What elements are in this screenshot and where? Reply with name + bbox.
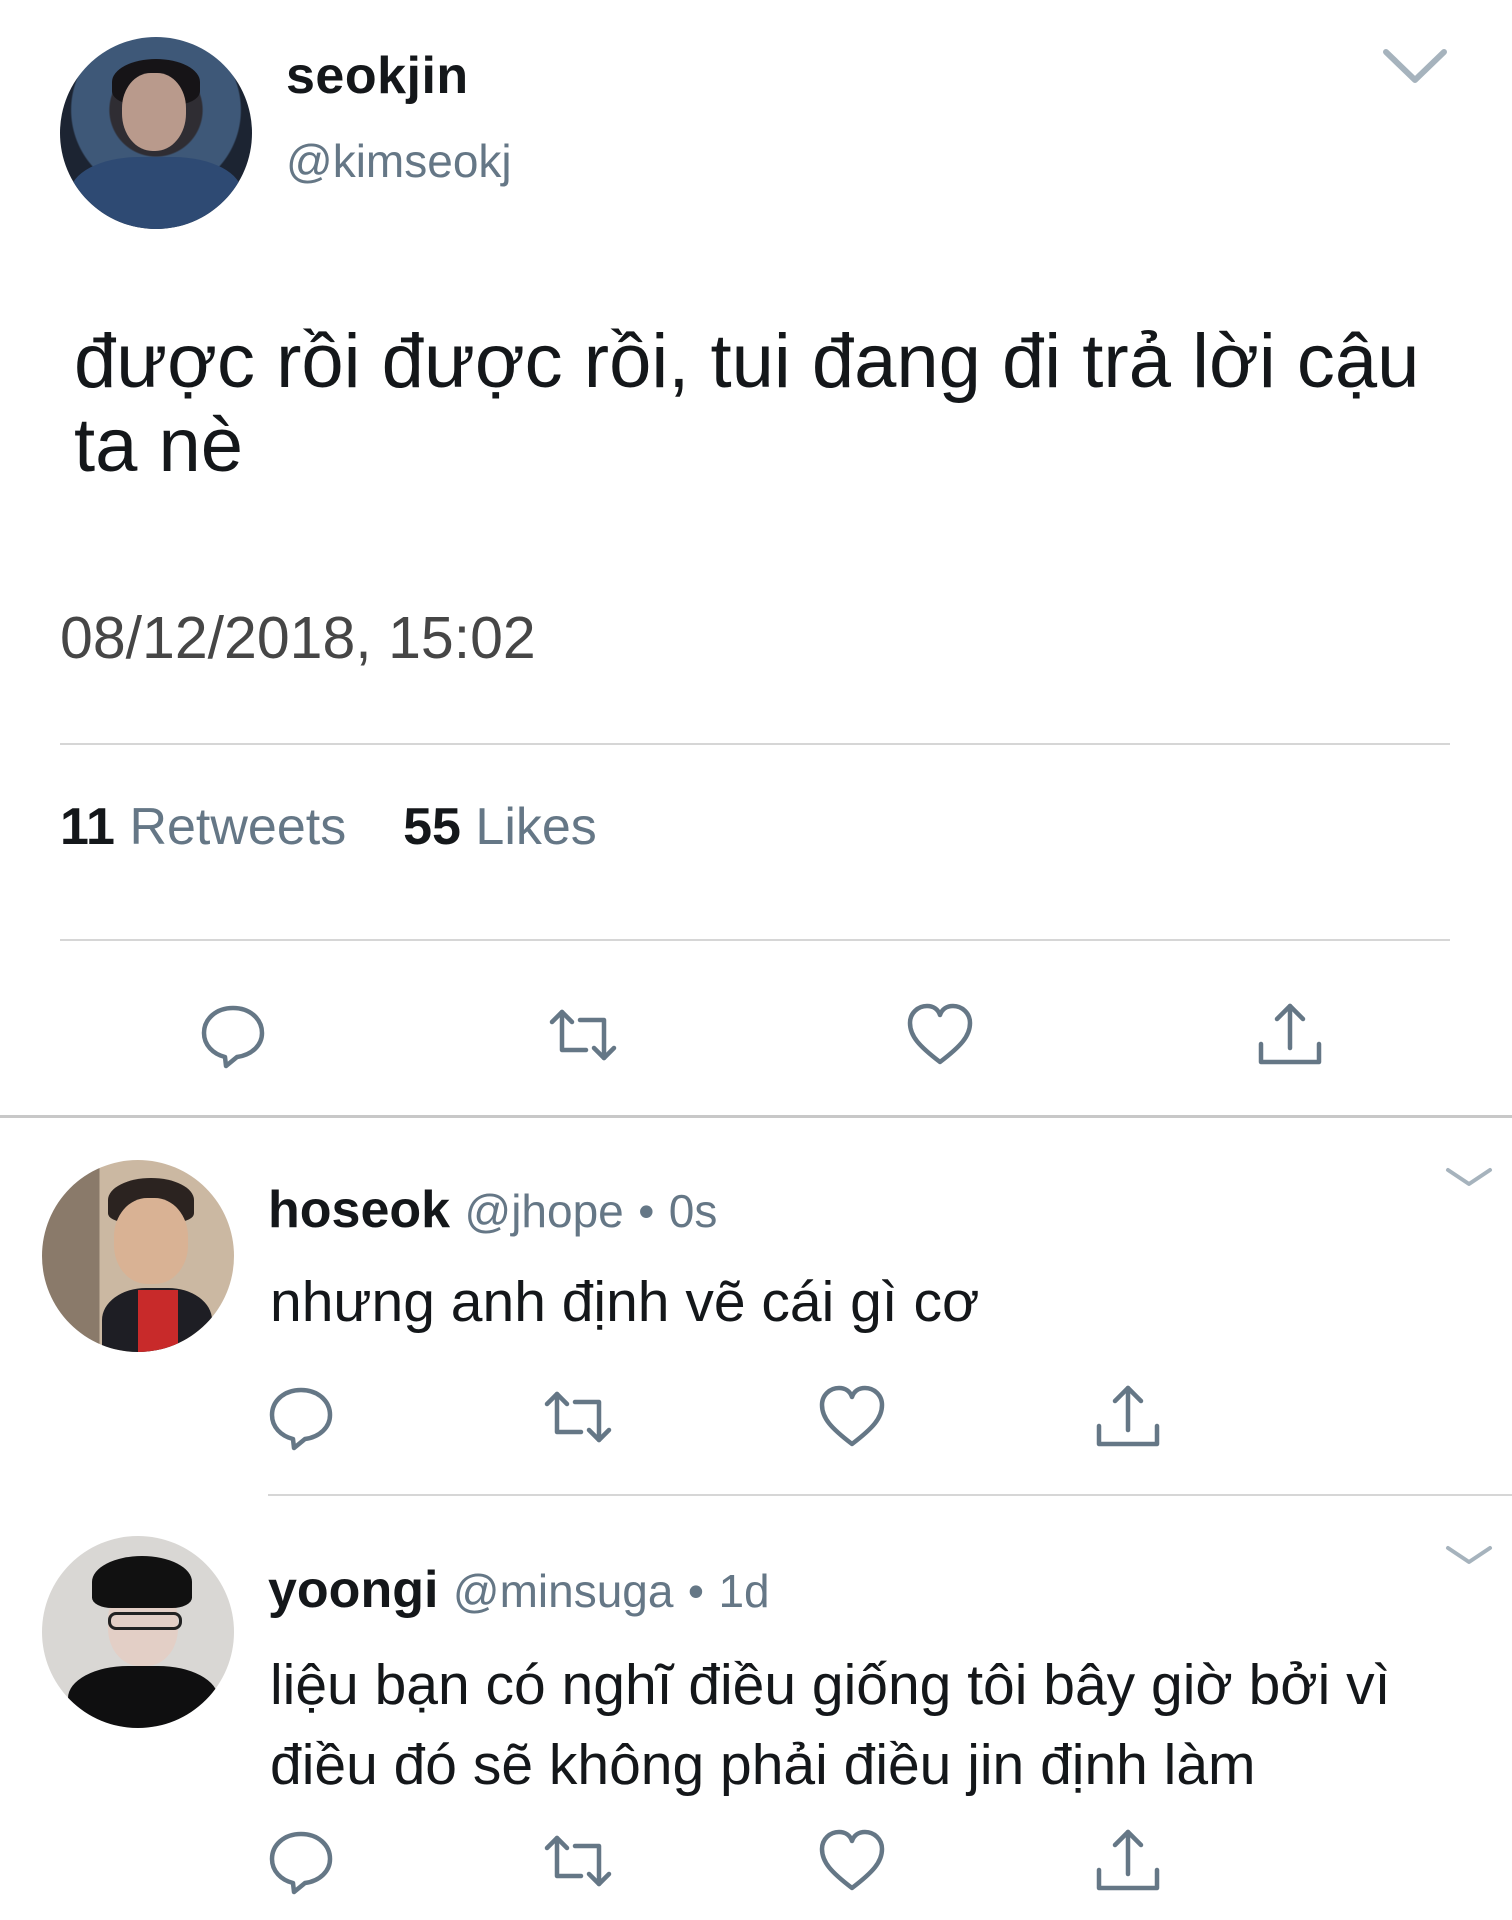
separator-dot: • xyxy=(638,1185,655,1237)
reply-time[interactable]: 1d xyxy=(718,1565,769,1617)
reply-author-handle[interactable]: @minsuga xyxy=(453,1565,674,1617)
like-label[interactable]: Likes xyxy=(475,798,596,856)
retweet-icon[interactable] xyxy=(543,1382,613,1452)
share-icon[interactable] xyxy=(1093,1382,1163,1452)
like-count[interactable]: 55 xyxy=(403,798,461,856)
retweet-count[interactable]: 11 xyxy=(60,798,115,856)
reply-text: nhưng anh định vẽ cái gì cơ xyxy=(270,1270,980,1334)
avatar[interactable] xyxy=(42,1536,234,1728)
heart-icon[interactable] xyxy=(817,1826,887,1896)
separator-dot: • xyxy=(687,1565,705,1617)
avatar[interactable] xyxy=(42,1160,234,1352)
share-icon[interactable] xyxy=(1255,1000,1325,1070)
tweet-author-name[interactable]: seokjin xyxy=(286,46,469,106)
reply-time[interactable]: 0s xyxy=(669,1185,718,1237)
divider xyxy=(0,1115,1512,1118)
tweet-author-handle[interactable]: @kimseokj xyxy=(286,134,512,188)
reply-author-name[interactable]: hoseok xyxy=(268,1181,450,1239)
reply-header: yoongi @minsuga • 1d xyxy=(268,1560,770,1620)
retweet-icon[interactable] xyxy=(548,1000,618,1070)
reply-icon[interactable] xyxy=(266,1826,336,1896)
reply-icon[interactable] xyxy=(198,1000,268,1070)
retweet-label[interactable]: Retweets xyxy=(129,798,346,856)
divider xyxy=(60,939,1450,941)
chevron-down-icon[interactable] xyxy=(1442,1162,1496,1192)
divider xyxy=(60,743,1450,745)
tweet-timestamp[interactable]: 08/12/2018, 15:02 xyxy=(60,604,536,672)
reply-icon[interactable] xyxy=(266,1382,336,1452)
reply-author-handle[interactable]: @jhope xyxy=(465,1185,624,1237)
chevron-down-icon[interactable] xyxy=(1380,40,1450,90)
share-icon[interactable] xyxy=(1093,1826,1163,1896)
chevron-down-icon[interactable] xyxy=(1442,1540,1496,1570)
avatar[interactable] xyxy=(60,37,252,229)
tweet-stats: 11 Retweets 55 Likes xyxy=(60,797,597,857)
retweet-icon[interactable] xyxy=(543,1826,613,1896)
divider xyxy=(268,1494,1512,1496)
reply-text: liệu bạn có nghĩ điều giống tôi bây giờ … xyxy=(270,1653,1391,1797)
heart-icon[interactable] xyxy=(817,1382,887,1452)
reply-author-name[interactable]: yoongi xyxy=(268,1561,438,1619)
tweet-text: được rồi được rồi, tui đang đi trả lời c… xyxy=(74,319,1420,488)
reply-header: hoseok @jhope • 0s xyxy=(268,1180,717,1240)
heart-icon[interactable] xyxy=(905,1000,975,1070)
